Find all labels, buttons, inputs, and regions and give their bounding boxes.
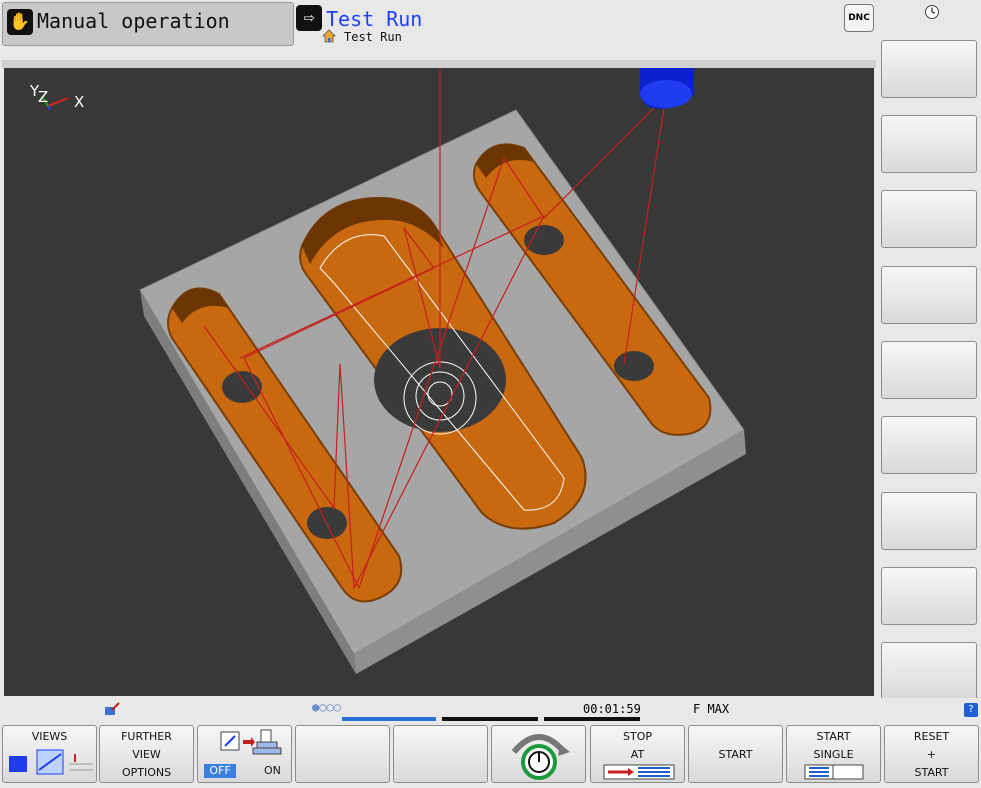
edit-icon <box>105 702 120 715</box>
manual-operation-label: Manual operation <box>37 9 230 33</box>
test-run-label: Test Run <box>326 7 423 31</box>
start-softkey[interactable]: START <box>688 725 783 783</box>
dnc-button[interactable]: DNC <box>844 4 874 32</box>
softkey-level-indicator: ●○○○ <box>312 700 341 714</box>
axis-triad: Y Z X <box>29 82 84 111</box>
mode-test-run[interactable]: ⇨ Test Run Test Run <box>294 2 874 44</box>
start-single-softkey[interactable]: START SINGLE <box>786 725 881 783</box>
softkey-row-bar-2 <box>442 717 538 721</box>
run-arrow-icon: ⇨ <box>296 5 322 31</box>
toggle-on: ON <box>264 764 281 777</box>
mode-manual-operation[interactable]: ✋ Manual operation <box>2 2 294 46</box>
feed-rate: F MAX <box>693 702 730 716</box>
softkey-row-bar-3 <box>544 717 640 721</box>
header-separator <box>2 60 876 68</box>
help-icon[interactable]: ? <box>964 703 978 717</box>
simulation-viewport[interactable]: Y Z X <box>4 68 874 696</box>
vertical-softkey-1[interactable] <box>881 40 977 98</box>
tool-path-toggle-icon <box>220 729 281 755</box>
view-options-icon <box>8 749 93 775</box>
clock-icon <box>925 5 939 19</box>
vertical-softkey-6[interactable] <box>881 416 977 474</box>
speed-dial-softkey[interactable] <box>491 725 586 783</box>
vertical-softkey-5[interactable] <box>881 341 977 399</box>
toggle-off: OFF <box>204 764 236 778</box>
views-softkey[interactable]: VIEWS <box>2 725 97 783</box>
axis-z-label: Z <box>38 88 48 106</box>
start-single-icon <box>804 764 863 780</box>
softkey-row-bar-1 <box>342 717 436 721</box>
empty-softkey-1[interactable] <box>295 725 390 783</box>
toggle-softkey[interactable]: OFF ON <box>197 725 292 783</box>
reset-start-softkey[interactable]: RESET + START <box>884 725 979 783</box>
further-view-options-softkey[interactable]: FURTHER VIEW OPTIONS <box>99 725 194 783</box>
vertical-softkey-9[interactable] <box>881 642 977 700</box>
program-name: Test Run <box>344 30 402 44</box>
hand-icon: ✋ <box>7 9 33 35</box>
empty-softkey-2[interactable] <box>393 725 488 783</box>
vertical-softkey-2[interactable] <box>881 115 977 173</box>
vertical-softkey-8[interactable] <box>881 567 977 625</box>
speed-dial-icon <box>511 734 570 780</box>
vertical-softkey-4[interactable] <box>881 266 977 324</box>
vertical-softkey-3[interactable] <box>881 190 977 248</box>
axis-x-label: X <box>74 93 84 111</box>
home-icon <box>322 29 336 43</box>
tool-spindle <box>640 68 694 109</box>
stop-at-softkey[interactable]: STOP AT <box>590 725 685 783</box>
vertical-softkey-7[interactable] <box>881 492 977 550</box>
stop-at-icon <box>603 764 674 780</box>
run-time: 00:01:59 <box>583 702 641 716</box>
